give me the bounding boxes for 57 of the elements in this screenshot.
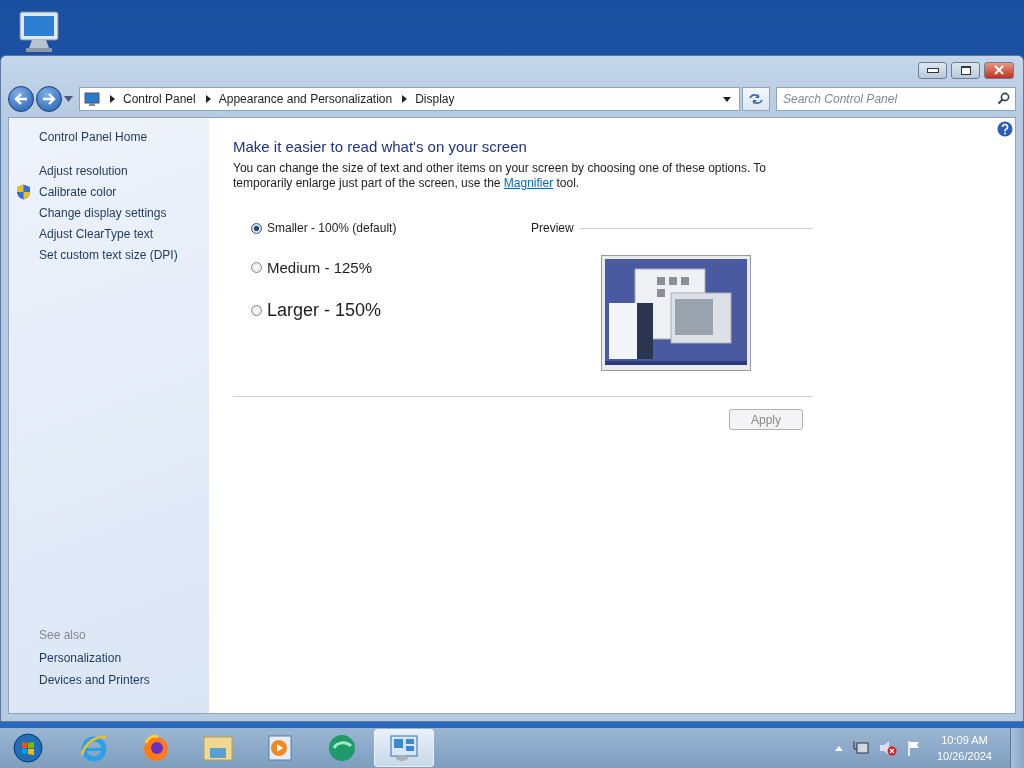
option-label[interactable]: Larger - 150% bbox=[267, 300, 382, 321]
option-label[interactable]: Smaller - 100% (default) bbox=[267, 221, 397, 235]
address-bar[interactable]: Control Panel Appearance and Personalization Display bbox=[79, 87, 740, 111]
back-button[interactable] bbox=[8, 86, 34, 112]
computer-icon[interactable] bbox=[16, 10, 62, 54]
magnifier-link[interactable]: Magnifier bbox=[503, 176, 554, 190]
sidebar-link[interactable]: Adjust resolution bbox=[39, 164, 128, 178]
show-hidden-icons-icon[interactable] bbox=[834, 745, 843, 751]
option-label[interactable]: Medium - 125% bbox=[267, 259, 373, 276]
help-icon[interactable] bbox=[997, 121, 1013, 137]
maximize-button[interactable] bbox=[951, 61, 980, 79]
close-button[interactable] bbox=[984, 61, 1014, 79]
breadcrumb[interactable]: Appearance and Personalization bbox=[218, 92, 393, 106]
app-icon bbox=[326, 733, 358, 763]
show-desktop-button[interactable] bbox=[1010, 728, 1024, 768]
radio-button[interactable] bbox=[251, 262, 262, 273]
network-icon[interactable] bbox=[852, 740, 869, 756]
chevron-icon bbox=[110, 95, 115, 103]
sidebar-link[interactable]: Change display settings bbox=[39, 206, 167, 220]
description-text: You can change the size of text and other items on your screen by choosing one of these options. To temporarily enlarge just part of the screen, use the Magnifier tool. bbox=[233, 161, 767, 191]
windows-logo-icon bbox=[13, 733, 43, 763]
control-panel-icon bbox=[388, 733, 420, 763]
radio-button[interactable] bbox=[251, 222, 262, 234]
see-also-heading: See also bbox=[39, 628, 87, 642]
page-heading: Make it easier to read what's on your screen bbox=[233, 138, 528, 155]
sidebar-link[interactable]: Calibrate color bbox=[39, 185, 117, 199]
radio-button[interactable] bbox=[251, 305, 262, 316]
preview-label: Preview bbox=[531, 221, 574, 235]
refresh-icon bbox=[748, 92, 764, 106]
search-icon bbox=[997, 92, 1010, 105]
forward-button[interactable] bbox=[36, 86, 62, 112]
chevron-icon bbox=[205, 95, 211, 103]
breadcrumb[interactable]: Display bbox=[415, 92, 455, 106]
minimize-button[interactable] bbox=[918, 61, 947, 79]
sidebar-link[interactable]: Set custom text size (DPI) bbox=[39, 248, 178, 262]
forward-icon bbox=[42, 93, 56, 105]
sidebar-link[interactable]: Personalization bbox=[39, 651, 209, 665]
search-field[interactable]: Search Control Panel bbox=[776, 87, 1016, 111]
monitor-icon bbox=[84, 91, 100, 107]
browser-icon bbox=[141, 733, 171, 763]
folder-icon bbox=[202, 734, 234, 762]
back-icon bbox=[14, 93, 28, 105]
breadcrumb[interactable]: Control Panel bbox=[123, 92, 196, 106]
clock-date: 10/26/2024 bbox=[936, 749, 992, 764]
close-icon bbox=[993, 65, 1005, 75]
clock-time: 10:09 AM bbox=[941, 733, 988, 748]
sidebar-link[interactable]: Devices and Printers bbox=[39, 673, 209, 687]
muted-speaker-icon[interactable] bbox=[878, 740, 897, 756]
browser-icon bbox=[79, 733, 109, 763]
sidebar-link[interactable]: Adjust ClearType text bbox=[39, 227, 154, 241]
dropdown-icon[interactable] bbox=[723, 96, 731, 102]
flag-icon[interactable] bbox=[906, 740, 921, 756]
play-icon bbox=[267, 734, 293, 762]
sidebar-link[interactable]: Control Panel Home bbox=[39, 130, 209, 144]
refresh-button[interactable] bbox=[742, 87, 770, 111]
control-panel-button[interactable] bbox=[374, 729, 434, 767]
chevron-icon bbox=[402, 95, 408, 103]
